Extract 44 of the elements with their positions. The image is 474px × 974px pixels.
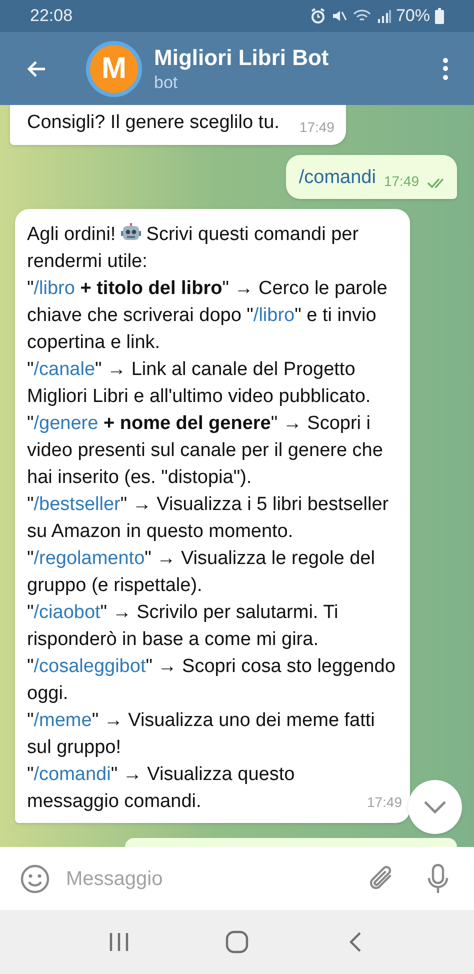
scroll-down-button[interactable] — [408, 780, 462, 834]
command-link[interactable]: /libro — [34, 278, 75, 299]
alarm-icon — [310, 8, 326, 24]
command-link[interactable]: /genere — [34, 413, 98, 434]
smiley-icon — [20, 864, 50, 894]
emoji-button[interactable] — [19, 862, 51, 894]
battery-icon — [435, 8, 444, 24]
message-time: 17:49 — [384, 172, 419, 191]
home-icon — [225, 930, 249, 954]
message-input-field[interactable]: Messaggio — [66, 864, 356, 894]
message-text: Consigli? Il genere sceglilo tu. — [27, 111, 280, 135]
command-link[interactable]: /ciaobot — [34, 602, 100, 623]
message-text: "/meme" → Visualizza uno dei meme fatti sul gruppo! — [27, 709, 376, 760]
command-link[interactable]: /cosaleggibot — [34, 656, 146, 677]
message-text: "/regolamento" → Visualizza le regole del gruppo (e rispettale). — [27, 547, 376, 598]
message-text: "/ciaobot" → Scrivilo per salutarmi. Ti risponderò in base a come mi gira. — [27, 601, 340, 652]
message-text: "/cosaleggibot" → Scopri cosa sto leggendo oggi. — [27, 655, 396, 706]
chat-subtitle: bot — [154, 72, 179, 94]
microphone-icon — [426, 862, 450, 894]
message-time: 17:49 — [299, 118, 334, 136]
message-text: "/bestseller" → Visualizza i 5 libri bestseller su Amazon in questo momento. — [27, 493, 390, 544]
command-link[interactable]: /comandi — [34, 764, 111, 785]
status-time: 22:08 — [30, 5, 73, 28]
chat-title: Migliori Libri Bot — [154, 44, 329, 72]
message-text: "/libro + titolo del libro" → Cerco le parole chiave che scriverai dopo "/libro" e ti invio copertina e link. — [27, 277, 388, 355]
recent-apps-icon — [108, 932, 130, 952]
mute-icon — [330, 8, 347, 24]
bot-avatar: M — [86, 40, 142, 96]
battery-level: 70% — [396, 5, 430, 28]
message-text: "/comandi" → Visualizza questo messaggio comandi. — [27, 763, 296, 814]
command-link[interactable]: /regolamento — [34, 548, 145, 569]
robot-icon — [121, 223, 141, 243]
message-text: Agli ordini! Scrivi questi comandi per rendermi utile: — [27, 222, 360, 274]
message-text: "/canale" → Link al canale del Progetto Migliori Libri e all'ultimo video pubblicato. — [27, 358, 372, 409]
back-chevron-icon — [348, 931, 362, 953]
message-time: 17:49 — [366, 793, 402, 812]
message-text: /comandi — [298, 166, 376, 190]
command-link[interactable]: /canale — [34, 359, 96, 380]
command-link[interactable]: /libro — [253, 305, 295, 326]
message-text: "/genere + nome del genere" → Scopri i video presenti sul canale per il genere che hai inserito (es. "distopia"). — [27, 412, 384, 490]
signal-icon — [376, 9, 391, 23]
command-link[interactable]: /meme — [34, 710, 92, 731]
command-link[interactable]: /bestseller — [34, 494, 120, 515]
chevron-down-icon — [423, 800, 447, 814]
